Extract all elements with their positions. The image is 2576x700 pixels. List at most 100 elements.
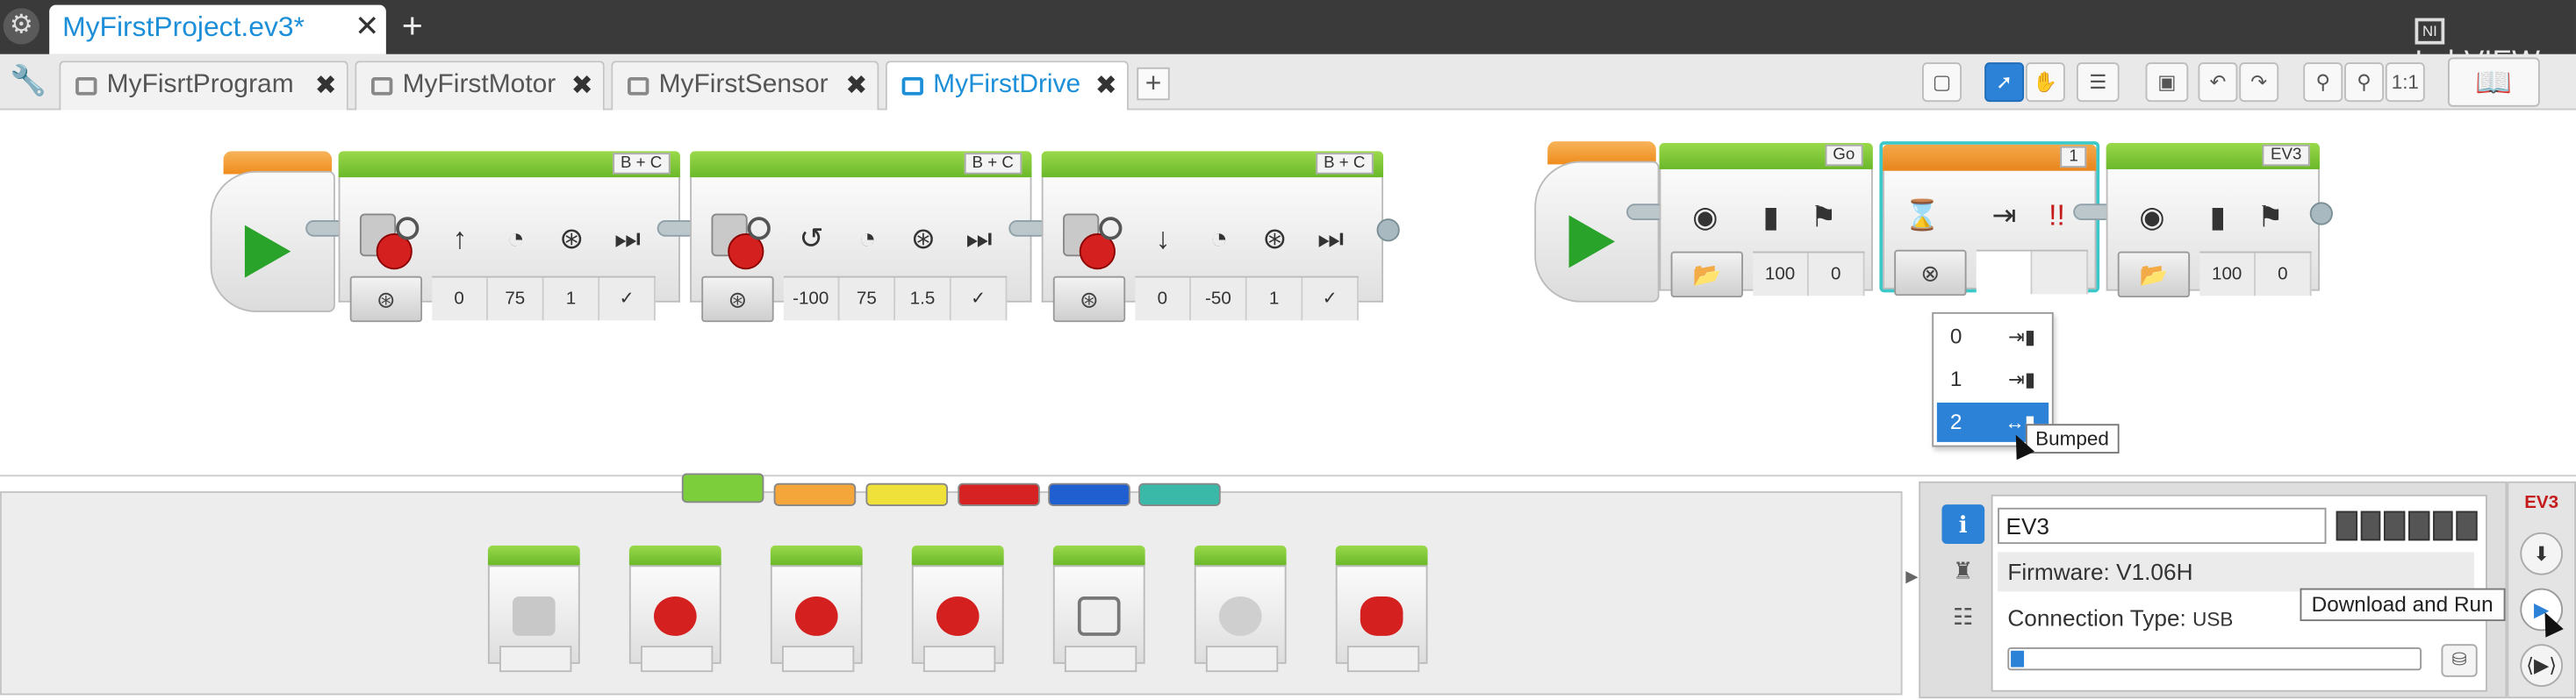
palette-tab-myblocks[interactable] <box>1138 482 1221 506</box>
palette-tab-sensor[interactable] <box>865 482 949 506</box>
port-selector[interactable]: 1 <box>2061 146 2087 168</box>
steering-value[interactable]: 0 <box>1135 277 1192 321</box>
steering-value[interactable]: 0 <box>432 277 488 321</box>
sequence-out-port[interactable] <box>2309 202 2333 225</box>
palette-tab-flow[interactable] <box>773 482 857 506</box>
pan-tool-icon[interactable]: ✋ <box>2025 62 2065 103</box>
lobby-gear-icon[interactable]: ⚙ <box>3 8 39 45</box>
palette-tab-data[interactable] <box>958 482 1040 506</box>
palette-block-footer <box>1205 646 1279 673</box>
status-light-icon <box>1360 596 1403 636</box>
play-type-flag-icon: ⚑ <box>1810 200 1837 233</box>
port-selector[interactable]: B + C <box>964 153 1023 175</box>
brake-value[interactable]: ✓ <box>1302 277 1359 321</box>
sound-block-2[interactable]: EV3 ◉ ▮ ⚑ 📂 100 0 <box>2106 142 2320 298</box>
block-header: 1 <box>1883 144 2097 171</box>
ev3-connection-badge: EV3 <box>2524 492 2559 513</box>
state-option-pressed[interactable]: 1 ⇥▮ <box>1937 360 2049 399</box>
mode-selector[interactable]: ⊛ <box>349 275 423 323</box>
undo-icon[interactable]: ↶ <box>2198 62 2238 103</box>
tab-myfirstsensor[interactable]: MyFirstSensor ✖ <box>611 61 879 111</box>
close-icon[interactable]: ✕ <box>355 10 379 44</box>
palette-move-steering-block[interactable] <box>770 545 863 673</box>
sound-file-label[interactable]: Go <box>1824 144 1863 167</box>
mode-selector[interactable]: ⊗ <box>1894 249 1967 296</box>
add-project-icon[interactable]: + <box>394 7 430 44</box>
state-selector[interactable] <box>1976 251 2033 295</box>
zoom-in-icon[interactable]: ⚲ <box>2344 62 2384 103</box>
power-gauge-icon: ◔ <box>1209 221 1229 255</box>
close-icon[interactable]: ✖ <box>571 69 593 102</box>
close-icon[interactable]: ✖ <box>315 69 337 102</box>
volume-bars-icon: ▮ <box>2209 200 2227 233</box>
power-value[interactable]: -50 <box>1191 277 1247 321</box>
volume-value[interactable]: 100 <box>2199 253 2256 296</box>
palette-tab-advanced[interactable] <box>1048 482 1130 506</box>
tab-myfirstdrive[interactable]: MyFirstDrive ✖ <box>885 61 1129 112</box>
brick-info-icon[interactable]: ℹ <box>1941 504 1985 545</box>
palette-block-body <box>1335 565 1428 673</box>
palette-sound-block[interactable] <box>1194 545 1287 673</box>
available-bricks-icon[interactable]: ☷ <box>1941 596 1984 636</box>
hardware-page-tabs: ℹ ♜ ☷ <box>1935 495 1991 692</box>
close-icon[interactable]: ✖ <box>845 69 867 102</box>
state-option-released[interactable]: 0 ⇥▮ <box>1937 318 2049 357</box>
port-view-icon[interactable]: ♜ <box>1941 551 1984 590</box>
content-editor-icon[interactable]: ▢ <box>1922 62 1962 103</box>
palette-tab-action[interactable] <box>681 473 764 504</box>
brick-name-input[interactable]: EV3 <box>1998 507 2327 545</box>
help-book-icon[interactable]: 📖 <box>2447 57 2540 107</box>
palette-display-block[interactable] <box>1052 545 1145 673</box>
brake-value[interactable]: ✓ <box>951 277 1008 321</box>
programming-canvas[interactable]: B + C ↑ ◔ ⊛ ⏭ ⊛ 0 75 1 ✓ B + C ↺ ◔ ⊛ ⏭ ⊛… <box>0 110 2576 477</box>
palette-brick-status-light-block[interactable] <box>1335 545 1428 673</box>
sound-block-1[interactable]: Go ◉ ▮ ⚑ 📂 100 0 <box>1659 142 1873 298</box>
volume-value[interactable]: 100 <box>1753 253 1809 296</box>
close-icon[interactable]: ✖ <box>1095 69 1117 102</box>
memory-browser-icon[interactable]: ⛁ <box>2441 644 2478 677</box>
steering-value[interactable]: -100 <box>783 277 840 321</box>
power-value[interactable]: 75 <box>487 277 544 321</box>
move-steering-block-1[interactable]: B + C ↑ ◔ ⊛ ⏭ ⊛ 0 75 1 ✓ <box>338 151 680 323</box>
comment-tool-icon[interactable]: ☰ <box>2076 62 2120 103</box>
rotations-value[interactable]: 1.5 <box>895 277 951 321</box>
project-properties-wrench-icon[interactable]: 🔧 <box>10 64 47 98</box>
sound-file-open-icon[interactable]: 📂 <box>1670 251 1743 298</box>
sound-file-open-icon[interactable]: 📂 <box>2117 251 2191 298</box>
power-value[interactable]: 75 <box>839 277 896 321</box>
download-icon[interactable]: ⬇ <box>2520 532 2564 575</box>
port-selector[interactable]: B + C <box>1315 153 1374 175</box>
play-type-value[interactable]: 0 <box>2255 253 2312 296</box>
zoom-reset-button[interactable]: 1:1 <box>2385 62 2425 103</box>
zoom-out-icon[interactable]: ⚲ <box>2303 62 2343 103</box>
port-selector[interactable]: B + C <box>612 153 671 175</box>
sequence-out-port[interactable] <box>1376 218 1400 242</box>
palette-medium-motor-block[interactable] <box>487 545 580 673</box>
add-program-icon[interactable]: + <box>1137 67 1170 101</box>
palette-large-motor-block[interactable] <box>628 545 721 673</box>
run-selected-icon[interactable]: ⟨▶⟩ <box>2520 644 2564 687</box>
palette-move-tank-block[interactable] <box>911 545 1004 673</box>
move-steering-block-3[interactable]: B + C ↓ ◔ ⊛ ⏭ ⊛ 0 -50 1 ✓ <box>1041 151 1384 323</box>
project-tab[interactable]: MyFirstProject.ev3* ✕ <box>49 4 386 54</box>
wait-touch-block[interactable]: 1 ⌛ ⇥ !! ⊗ <box>1883 144 2097 296</box>
sound-file-label[interactable]: EV3 <box>2262 144 2310 167</box>
mode-selector[interactable]: ⊛ <box>1052 275 1126 323</box>
start-block[interactable] <box>1534 141 1660 303</box>
mode-selector[interactable]: ⊛ <box>701 275 774 323</box>
rotations-value[interactable]: 1 <box>1246 277 1303 321</box>
tab-myfisrtprogram[interactable]: MyFisrtProgram ✖ <box>59 61 348 111</box>
tab-label: MyFirstDrive <box>933 70 1081 99</box>
touch-pressed-icon: ⇥▮ <box>2007 368 2036 391</box>
tab-myfirstmotor[interactable]: MyFirstMotor ✖ <box>355 61 605 111</box>
redo-icon[interactable]: ↷ <box>2239 62 2279 103</box>
block-header: EV3 <box>2106 142 2320 169</box>
play-type-value[interactable]: 0 <box>1808 253 1865 296</box>
select-tool-icon[interactable]: ➚ <box>1984 62 2025 103</box>
panel-collapse-arrow-icon[interactable]: ▶ <box>1905 568 1919 608</box>
save-icon[interactable]: ▣ <box>2145 62 2189 103</box>
move-steering-block-2[interactable]: B + C ↺ ◔ ⊛ ⏭ ⊛ -100 75 1.5 ✓ <box>690 151 1032 323</box>
state-output <box>2032 251 2089 295</box>
brake-value[interactable]: ✓ <box>599 277 656 321</box>
rotations-value[interactable]: 1 <box>543 277 600 321</box>
